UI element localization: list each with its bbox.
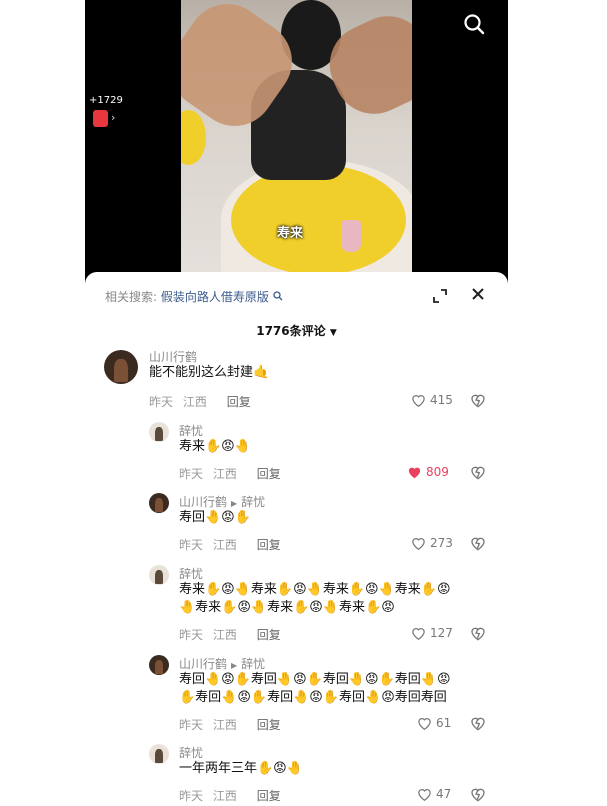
red-packet-icon[interactable] [93, 110, 108, 127]
comment-region: 江西 [212, 628, 237, 642]
heart-outline-icon [418, 718, 431, 730]
like-count: 47 [436, 787, 452, 801]
heart-outline-icon [412, 628, 425, 640]
dislike-icon[interactable] [470, 535, 486, 551]
heart-outline-icon [412, 538, 425, 550]
comment-meta: 昨天 江西 回复 [149, 393, 251, 410]
reply-button[interactable]: 回复 [257, 718, 281, 732]
comment-date: 昨天 [179, 538, 204, 552]
comment-meta: 昨天 江西 回复 [179, 716, 281, 733]
comment-date: 昨天 [179, 467, 204, 481]
search-icon[interactable] [462, 12, 486, 36]
dislike-icon[interactable] [470, 625, 486, 641]
like-button[interactable]: 127 [411, 626, 453, 640]
avatar[interactable] [149, 565, 169, 585]
reply-item: 辞忧 寿来✋😡🤚寿来✋😡🤚寿来✋😡🤚寿来✋😡 🤚寿来✋😡🤚寿来✋😡🤚寿来✋😡 昨… [85, 563, 508, 643]
close-icon[interactable] [471, 286, 485, 306]
avatar[interactable] [149, 744, 169, 764]
comment-date: 昨天 [179, 718, 204, 732]
drink-cup [341, 220, 361, 252]
reply-button[interactable]: 回复 [257, 538, 281, 552]
like-button[interactable]: 273 [411, 536, 453, 550]
comment-meta: 昨天 江西 回复 [179, 626, 281, 643]
comment-date: 昨天 [179, 789, 204, 803]
avatar[interactable] [149, 422, 169, 442]
comment-text-line2: ✋寿回🤚😡✋寿回🤚😡✋寿回🤚😡寿回寿回 [179, 690, 447, 705]
comment-date: 昨天 [179, 628, 204, 642]
comment-text: 能不能别这么封建🤙 [149, 365, 270, 380]
comment-region: 江西 [182, 395, 207, 409]
video-frame[interactable]: 寿来 [181, 0, 412, 272]
like-count: 273 [430, 536, 453, 550]
comment-meta: 昨天 江西 回复 [179, 787, 281, 804]
comment-text-line2: 🤚寿来✋😡🤚寿来✋😡🤚寿来✋😡 [179, 600, 395, 615]
reply-button[interactable]: 回复 [257, 467, 281, 481]
avatar[interactable] [149, 655, 169, 675]
like-button[interactable]: 47 [417, 787, 451, 801]
reply-button[interactable]: 回复 [257, 628, 281, 642]
comment-date: 昨天 [149, 395, 174, 409]
coin-count: +1729 [89, 95, 123, 106]
search-small-icon [273, 291, 283, 301]
dislike-icon[interactable] [470, 715, 486, 731]
video-caption: 寿来 [277, 226, 304, 241]
heart-outline-icon [418, 789, 431, 801]
like-count: 127 [430, 626, 453, 640]
comment-meta: 昨天 江西 回复 [179, 536, 281, 553]
comment-text: 一年两年三年✋😡🤚 [179, 761, 303, 776]
chevron-right-icon[interactable]: › [111, 111, 115, 124]
related-search-query[interactable]: 假装向路人借寿原版 [161, 290, 269, 304]
caret-down-icon: ▼ [329, 328, 337, 338]
comment-meta: 昨天 江西 回复 [179, 465, 281, 482]
dislike-icon[interactable] [470, 392, 486, 408]
like-button[interactable]: 809 [407, 465, 449, 479]
comment-region: 江西 [212, 467, 237, 481]
like-count: 415 [430, 393, 453, 407]
comment-item: 山川行鹤 能不能别这么封建🤙 昨天 江西 回复 415 [85, 346, 508, 414]
reply-item: 山川行鹤 ▶ 辞忧 寿回🤚😡✋寿回🤚😡✋寿回🤚😡✋寿回🤚😡 ✋寿回🤚😡✋寿回🤚😡✋寿… [85, 653, 508, 733]
comment-text: 寿回🤚😡✋ [179, 510, 251, 525]
dislike-icon[interactable] [470, 464, 486, 480]
reply-item: 辞忧 寿来✋😡🤚 昨天 江西 回复 809 [85, 420, 508, 485]
reply-item: 山川行鹤 ▶ 辞忧 寿回🤚😡✋ 昨天 江西 回复 273 [85, 491, 508, 556]
comment-region: 江西 [212, 718, 237, 732]
comment-count-label: 1776条评论 [256, 324, 326, 338]
reply-button[interactable]: 回复 [227, 395, 251, 409]
avatar[interactable] [104, 350, 138, 384]
expand-icon[interactable] [433, 288, 447, 303]
heart-filled-icon [408, 467, 421, 479]
video-player[interactable]: 寿来 +1729 › [85, 0, 508, 290]
reply-button[interactable]: 回复 [257, 789, 281, 803]
related-search[interactable]: 相关搜索: 假装向路人借寿原版 [105, 288, 283, 305]
related-search-label: 相关搜索: [105, 290, 158, 304]
avatar[interactable] [149, 493, 169, 513]
like-button[interactable]: 61 [417, 716, 451, 730]
comment-sheet: 相关搜索: 假装向路人借寿原版 1776条评论 ▼ 山川行鹤 能不能别这么封建🤙… [85, 272, 508, 803]
comment-region: 江西 [212, 789, 237, 803]
like-count: 61 [436, 716, 452, 730]
heart-outline-icon [412, 395, 425, 407]
like-count: 809 [426, 465, 449, 479]
comment-count[interactable]: 1776条评论 ▼ [85, 322, 508, 339]
comment-region: 江西 [212, 538, 237, 552]
comment-text: 寿来✋😡🤚 [179, 439, 251, 454]
yellow-seat [231, 165, 406, 272]
reply-item: 辞忧 一年两年三年✋😡🤚 昨天 江西 回复 47 [85, 742, 508, 803]
like-button[interactable]: 415 [411, 393, 453, 407]
